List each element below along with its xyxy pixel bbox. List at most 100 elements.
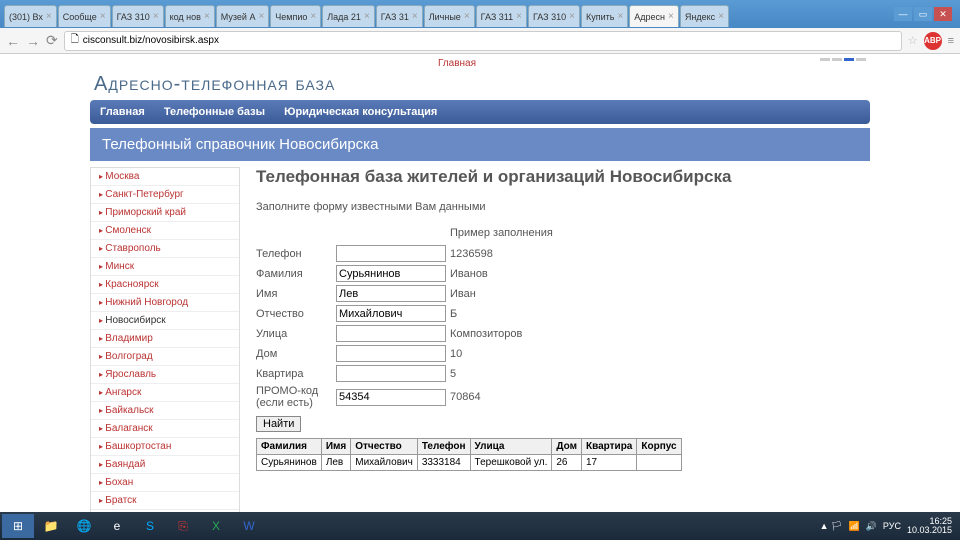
task-pdf[interactable]: ⎘	[167, 514, 199, 538]
url-text: cisconsult.biz/novosibirsk.aspx	[83, 35, 219, 46]
abp-icon[interactable]: ABP	[924, 32, 942, 50]
minimize-button[interactable]: —	[894, 7, 912, 21]
browser-tab[interactable]: ГАЗ 31×	[376, 5, 423, 27]
tab-close-icon[interactable]: ×	[412, 11, 418, 22]
sidebar-city-item[interactable]: Ставрополь	[91, 240, 239, 258]
sidebar-city-item[interactable]: Ангарск	[91, 384, 239, 402]
ex-street: Композиторов	[450, 328, 522, 340]
browser-tab[interactable]: Чемпио×	[270, 5, 321, 27]
sidebar-city-item[interactable]: Красноярск	[91, 276, 239, 294]
input-phone[interactable]	[336, 245, 446, 262]
close-button[interactable]: ✕	[934, 7, 952, 21]
input-street[interactable]	[336, 325, 446, 342]
sidebar-city-item[interactable]: Смоленск	[91, 222, 239, 240]
sidebar-city-item[interactable]: Байкальск	[91, 402, 239, 420]
browser-tab[interactable]: Адресн×	[629, 5, 679, 27]
task-chrome[interactable]: 🌐	[68, 514, 100, 538]
maximize-button[interactable]: ▭	[914, 7, 932, 21]
tab-close-icon[interactable]: ×	[516, 11, 522, 22]
back-button[interactable]: ←	[6, 33, 20, 49]
table-row: Сурьянинов Лев Михайлович 3333184 Терешк…	[257, 455, 682, 471]
input-apt[interactable]	[336, 365, 446, 382]
tray-date: 10.03.2015	[907, 525, 952, 535]
menu-icon[interactable]: ≡	[948, 35, 954, 47]
start-button[interactable]: ⊞	[2, 514, 34, 538]
sidebar-city-item[interactable]: Братск	[91, 492, 239, 510]
tab-close-icon[interactable]: ×	[718, 11, 724, 22]
browser-tab[interactable]: Музей А×	[216, 5, 270, 27]
label-promo: ПРОМО-код (если есть)	[256, 385, 336, 409]
find-button[interactable]: Найти	[256, 416, 301, 432]
browser-tab[interactable]: ГАЗ 311×	[476, 5, 527, 27]
task-excel[interactable]: X	[200, 514, 232, 538]
th-phone: Телефон	[417, 439, 470, 455]
th-apt: Квартира	[582, 439, 637, 455]
input-patr[interactable]	[336, 305, 446, 322]
nav-home[interactable]: Главная	[100, 106, 145, 118]
page-subheader: Телефонный справочник Новосибирска	[90, 128, 870, 161]
input-house[interactable]	[336, 345, 446, 362]
label-patr: Отчество	[256, 308, 336, 320]
sidebar-city-item[interactable]: Башкортостан	[91, 438, 239, 456]
example-header: Пример заполнения	[336, 227, 854, 239]
browser-tab[interactable]: Сообще×	[58, 5, 111, 27]
city-sidebar: МоскваСанкт-ПетербургПриморский крайСмол…	[90, 167, 240, 526]
sidebar-city-item[interactable]: Минск	[91, 258, 239, 276]
reload-button[interactable]: ⟳	[46, 32, 58, 49]
tray-flag-icon[interactable]: ▲ 🏳	[820, 521, 843, 532]
sidebar-city-item[interactable]: Нижний Новгород	[91, 294, 239, 312]
sidebar-city-item[interactable]: Новосибирск	[91, 312, 239, 330]
tab-close-icon[interactable]: ×	[668, 11, 674, 22]
tab-close-icon[interactable]: ×	[310, 11, 316, 22]
browser-tab[interactable]: Купить×	[581, 5, 628, 27]
browser-tab[interactable]: код нов×	[165, 5, 215, 27]
tray-sound-icon[interactable]: 🔊	[866, 521, 877, 532]
tab-close-icon[interactable]: ×	[364, 11, 370, 22]
tab-close-icon[interactable]: ×	[153, 11, 159, 22]
browser-tab[interactable]: ГАЗ 310×	[528, 5, 580, 27]
tab-close-icon[interactable]: ×	[617, 11, 623, 22]
tab-close-icon[interactable]: ×	[204, 11, 210, 22]
forward-button[interactable]: →	[26, 33, 40, 49]
nav-legal[interactable]: Юридическая консультация	[284, 106, 437, 118]
task-ie[interactable]: e	[101, 514, 133, 538]
tab-close-icon[interactable]: ×	[46, 11, 52, 22]
tab-close-icon[interactable]: ×	[569, 11, 575, 22]
sidebar-city-item[interactable]: Бохан	[91, 474, 239, 492]
browser-tab[interactable]: Яндекс×	[680, 5, 729, 27]
label-surname: Фамилия	[256, 268, 336, 280]
task-skype[interactable]: S	[134, 514, 166, 538]
input-surname[interactable]	[336, 265, 446, 282]
url-input[interactable]: 🗋 cisconsult.biz/novosibirsk.aspx	[64, 31, 902, 51]
table-header-row: Фамилия Имя Отчество Телефон Улица Дом К…	[257, 439, 682, 455]
sidebar-city-item[interactable]: Москва	[91, 168, 239, 186]
browser-tab[interactable]: (301) Вх×	[4, 5, 57, 27]
tab-close-icon[interactable]: ×	[100, 11, 106, 22]
input-promo[interactable]	[336, 389, 446, 406]
task-word[interactable]: W	[233, 514, 265, 538]
page-icon: 🗋	[71, 32, 79, 49]
input-name[interactable]	[336, 285, 446, 302]
nav-phonedb[interactable]: Телефонные базы	[164, 106, 265, 118]
sidebar-city-item[interactable]: Санкт-Петербург	[91, 186, 239, 204]
task-explorer[interactable]: 📁	[35, 514, 67, 538]
sidebar-city-item[interactable]: Приморский край	[91, 204, 239, 222]
label-name: Имя	[256, 288, 336, 300]
browser-tab[interactable]: Личные×	[424, 5, 475, 27]
sidebar-city-item[interactable]: Балаганск	[91, 420, 239, 438]
results-table: Фамилия Имя Отчество Телефон Улица Дом К…	[256, 438, 682, 471]
browser-tab[interactable]: ГАЗ 310×	[112, 5, 164, 27]
sidebar-city-item[interactable]: Владимир	[91, 330, 239, 348]
sidebar-city-item[interactable]: Баяндай	[91, 456, 239, 474]
bookmark-icon[interactable]: ☆	[908, 34, 918, 47]
sidebar-city-item[interactable]: Волгоград	[91, 348, 239, 366]
label-street: Улица	[256, 328, 336, 340]
ex-apt: 5	[450, 368, 456, 380]
tray-network-icon[interactable]: 📶	[848, 521, 859, 532]
home-link[interactable]: Главная	[438, 58, 476, 69]
tray-lang[interactable]: РУС	[883, 521, 901, 531]
tab-close-icon[interactable]: ×	[258, 11, 264, 22]
browser-tab[interactable]: Лада 21×	[322, 5, 375, 27]
sidebar-city-item[interactable]: Ярославль	[91, 366, 239, 384]
tab-close-icon[interactable]: ×	[464, 11, 470, 22]
